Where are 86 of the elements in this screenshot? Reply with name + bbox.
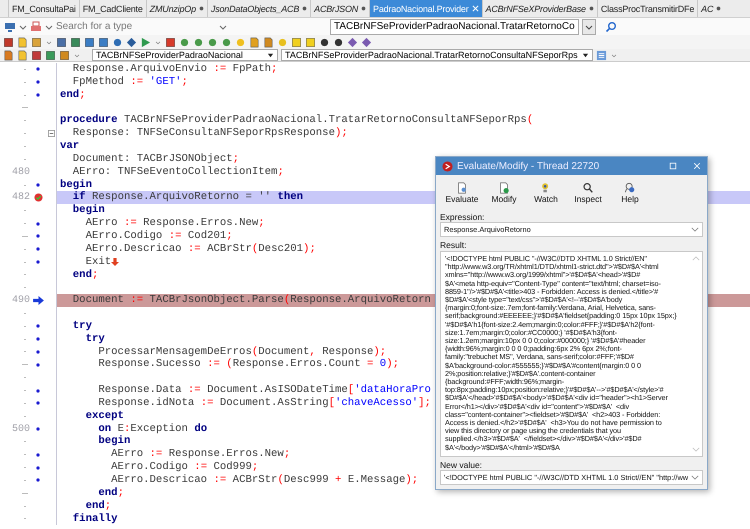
maximize-button[interactable] bbox=[669, 162, 677, 170]
code-line: end; bbox=[72, 268, 98, 282]
dot-icon bbox=[716, 6, 722, 11]
code-line: AErro.Codigo := Cod201; bbox=[84, 230, 233, 243]
caret-icon bbox=[582, 52, 589, 58]
editor-tab[interactable]: ClassProcTransmitirDFe bbox=[596, 0, 698, 17]
code-line: try bbox=[84, 332, 105, 346]
list-icon[interactable] bbox=[596, 50, 607, 60]
code-line: FpMethod := 'GET'; bbox=[72, 76, 188, 89]
code-line: ProcessarMensagemDeErros(Document, Response); bbox=[97, 346, 386, 358]
field-label: Expression: bbox=[440, 212, 486, 222]
collapse-icon[interactable] bbox=[48, 130, 54, 138]
search-field[interactable]: Search for a type bbox=[56, 20, 216, 33]
editor-tab[interactable]: ZMUnzipOp bbox=[146, 0, 207, 17]
window-title: Evaluate/Modify - Thread 22720 bbox=[457, 160, 600, 172]
code-line: AErro := Response.Erros.New; bbox=[110, 448, 290, 461]
dot-icon bbox=[588, 6, 594, 11]
code-line: on E:Exception do bbox=[97, 422, 208, 435]
code-line: end; bbox=[60, 88, 86, 102]
method-dropdown[interactable]: TACBrNFSeProviderPadraoNacional.TratarRetornoConsultaNFSeporRps bbox=[281, 49, 593, 61]
code-line: Response: TNFSeConsultaNFSeporRpsResponse); bbox=[72, 127, 348, 140]
code-line: Document := TACBrJsonObject.Parse(Response.ArquivoRetorn bbox=[72, 294, 431, 308]
magnifier-icon bbox=[582, 182, 594, 194]
caret-icon bbox=[691, 227, 699, 232]
line-number: 480 bbox=[12, 166, 30, 178]
caret-icon[interactable] bbox=[45, 22, 53, 30]
code-line: Response.ArquivoEnvio := FpPath; bbox=[72, 63, 278, 76]
caret-icon bbox=[584, 22, 593, 30]
code-line: AErro: TNFSeEventoCollectionItem; bbox=[72, 166, 284, 179]
code-line: begin bbox=[97, 435, 130, 448]
code-line: AErro.Descricao := ACBrStr(Desc201); bbox=[84, 242, 316, 256]
editor-tab[interactable]: FM_CadCliente bbox=[78, 0, 146, 17]
breakpoint-icon[interactable] bbox=[34, 193, 42, 202]
code-line: begin bbox=[60, 178, 92, 191]
field-label: New value: bbox=[440, 460, 484, 470]
line-number: 490 bbox=[12, 295, 30, 306]
code-line: AErro := Response.Erros.New; bbox=[84, 217, 265, 230]
close-button[interactable] bbox=[693, 162, 701, 170]
line-number: 482 bbox=[12, 192, 30, 204]
caret-icon[interactable] bbox=[19, 22, 27, 30]
field-label: Result: bbox=[440, 240, 468, 250]
evaluate-button[interactable]: Evaluate bbox=[442, 182, 482, 204]
editor-tab[interactable]: AC bbox=[697, 0, 724, 17]
result-box[interactable] bbox=[440, 251, 703, 457]
monitor-icon[interactable] bbox=[4, 20, 16, 32]
code-line: var bbox=[60, 140, 80, 153]
editor-tab[interactable]: FM_ConsultaPai bbox=[8, 0, 79, 17]
code-line: Response.idNota := Document.AsString['chaveAcesso']; bbox=[97, 396, 431, 410]
search-icon[interactable] bbox=[604, 20, 617, 32]
stop-icon[interactable] bbox=[165, 36, 176, 48]
code-line: Exit bbox=[84, 256, 112, 268]
code-line: if Response.ArquivoRetorno = '' then bbox=[72, 191, 304, 204]
code-line: AErro.Codigo := Cod999; bbox=[110, 461, 258, 474]
code-line: Response.Sucesso := (Response.Erros.Count = 0); bbox=[97, 358, 399, 372]
code-line: AErro.Descricao := ACBrStr(Desc999 + E.Message); bbox=[110, 474, 418, 487]
caret-icon[interactable] bbox=[219, 22, 227, 30]
watch-button[interactable]: Watch bbox=[526, 182, 566, 204]
help-button[interactable]: Help bbox=[610, 182, 650, 204]
document-icon bbox=[456, 182, 468, 194]
code-line: finally bbox=[72, 512, 118, 526]
editor-tab[interactable]: PadraoNacional.Provider bbox=[369, 0, 482, 17]
class-dropdown[interactable]: TACBrNFSeProviderPadraoNacional bbox=[92, 49, 278, 61]
code-line: Response.Data := Document.AsISODateTime['dataHoraPro bbox=[97, 384, 431, 397]
modify-button[interactable]: Modify bbox=[484, 182, 524, 204]
editor-tab[interactable]: JsonDataObjects_ACB bbox=[206, 0, 310, 17]
member-dropdown[interactable]: TACBrNFSeProviderPadraoNacional.TratarRetornoCo bbox=[330, 18, 579, 34]
code-line: procedure TACBrNFSeProviderPadraoNacional.TratarRetornoConsultaNFSeporRps( bbox=[60, 114, 534, 127]
dot-icon bbox=[302, 6, 308, 11]
dot-icon bbox=[361, 6, 366, 11]
code-line: except bbox=[84, 410, 124, 423]
editor-tab[interactable]: ACBrNFSeXProviderBase bbox=[482, 0, 597, 17]
caret-icon bbox=[267, 52, 274, 58]
code-line: Document: TACBrJSONObject; bbox=[72, 152, 240, 166]
document-icon bbox=[498, 182, 510, 194]
line-number: 500 bbox=[12, 424, 30, 435]
inspect-button[interactable]: Inspect bbox=[568, 182, 608, 204]
dot-icon bbox=[198, 6, 204, 11]
close-icon[interactable] bbox=[472, 5, 479, 12]
dropdown-button[interactable] bbox=[582, 18, 596, 34]
printer-icon[interactable] bbox=[30, 20, 42, 32]
code-line: begin bbox=[72, 204, 105, 218]
code-line: try bbox=[72, 320, 92, 333]
caret-icon bbox=[691, 475, 699, 480]
app-icon bbox=[442, 160, 453, 172]
code-line: end; bbox=[84, 500, 112, 513]
code-line: end; bbox=[97, 486, 124, 500]
